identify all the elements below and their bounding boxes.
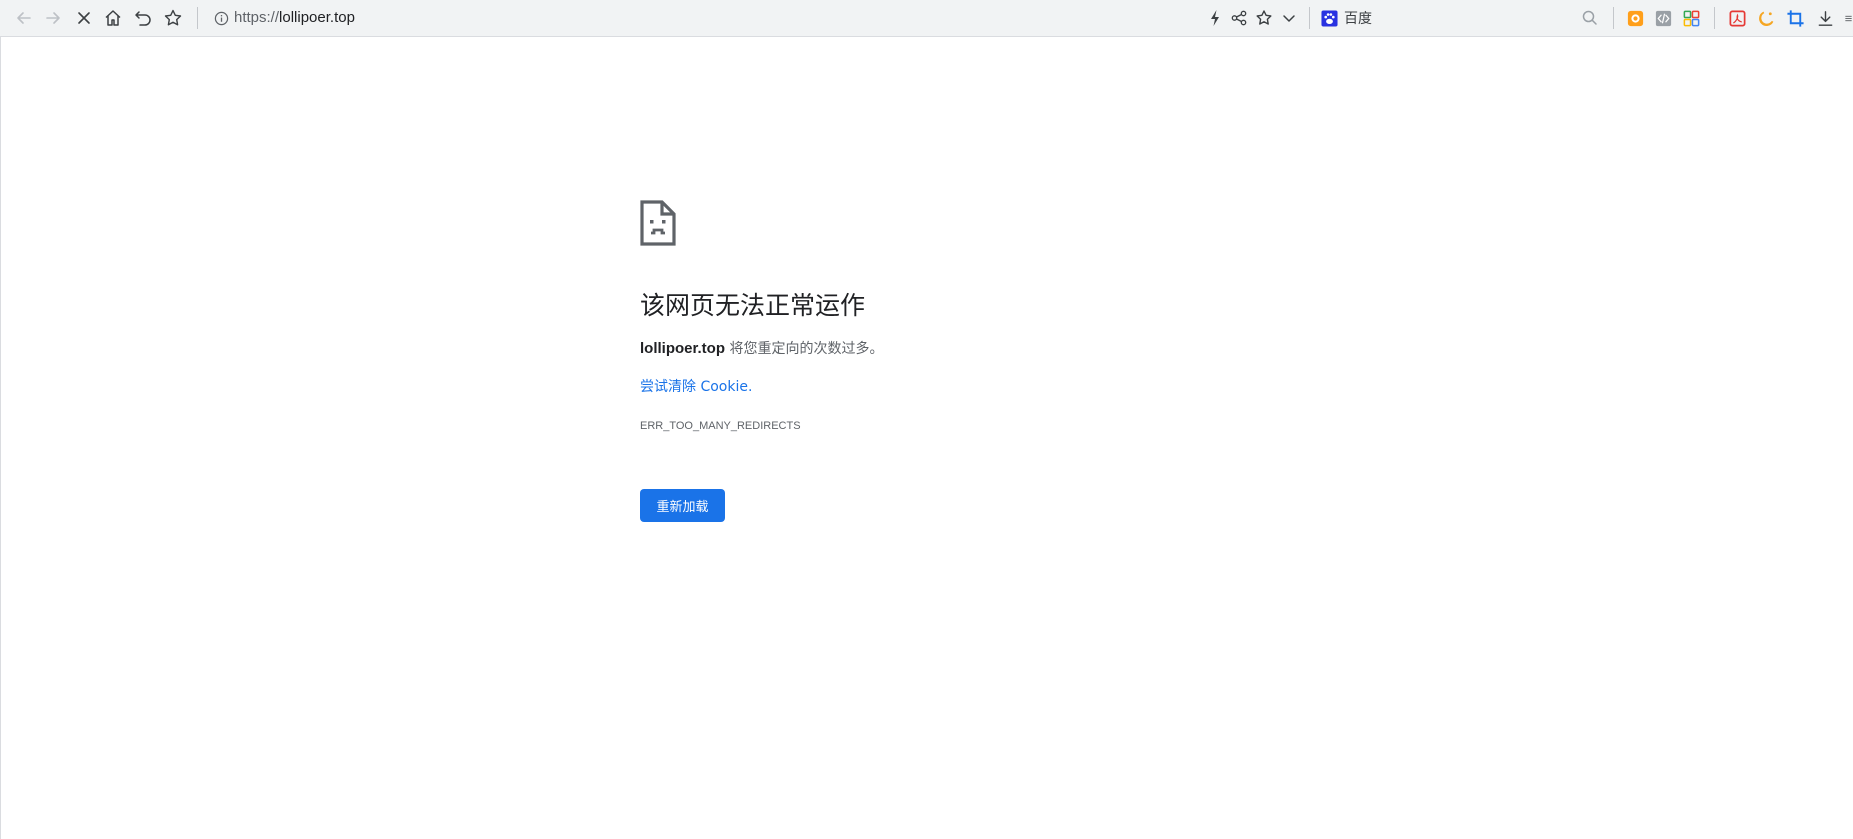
- url-scheme: https://: [234, 9, 280, 26]
- toolbar-separator: [1613, 7, 1614, 29]
- download-icon: [1818, 10, 1832, 26]
- lightning-icon: [1211, 10, 1219, 26]
- address-bar[interactable]: https://lollipoer.top: [234, 7, 355, 29]
- url-host: lollipoer.top: [279, 9, 355, 26]
- bookmark-star-icon: [164, 9, 182, 26]
- menu-button[interactable]: [1838, 7, 1853, 29]
- error-description: lollipoer.top 将您重定向的次数过多。: [640, 338, 883, 360]
- window-border: [0, 37, 1, 839]
- error-code: ERR_TOO_MANY_REDIRECTS: [640, 420, 801, 432]
- home-icon: [105, 10, 121, 26]
- search-engine-selector[interactable]: 百度: [1321, 6, 1372, 30]
- share-icon: [1231, 10, 1247, 26]
- toolbar-separator: [197, 7, 198, 29]
- share-button[interactable]: [1225, 4, 1253, 32]
- code-icon: [1655, 10, 1671, 26]
- clear-cookies-link[interactable]: 尝试清除 Cookie.: [640, 376, 752, 398]
- baidu-paw-icon: [1321, 9, 1338, 27]
- moon-icon: [1758, 11, 1773, 26]
- forward-arrow-icon: [46, 12, 60, 24]
- extension-orange-icon: [1627, 10, 1643, 26]
- search-button[interactable]: [1576, 4, 1604, 32]
- sad-document-icon: [640, 200, 676, 246]
- pdf-extension-button[interactable]: [1726, 7, 1748, 29]
- screenshot-button[interactable]: [1784, 7, 1806, 29]
- browser-toolbar: https://lollipoer.top 百度: [0, 0, 1853, 37]
- downloads-button[interactable]: [1814, 7, 1836, 29]
- favorite-button[interactable]: [1250, 4, 1278, 32]
- undo-icon: [135, 11, 151, 26]
- stop-loading-icon: [78, 12, 90, 24]
- search-engine-name: 百度: [1344, 11, 1372, 27]
- toolbar-separator: [1309, 7, 1310, 29]
- stop-button[interactable]: [70, 4, 98, 32]
- star-icon: [1256, 10, 1272, 25]
- chevron-down-icon: [1283, 15, 1295, 22]
- error-host: lollipoer.top: [640, 340, 725, 357]
- extension-button-3[interactable]: [1680, 7, 1702, 29]
- crop-icon: [1786, 9, 1804, 27]
- bookmark-button[interactable]: [159, 4, 187, 32]
- toolbar-separator: [1714, 7, 1715, 29]
- site-info-button[interactable]: [212, 8, 230, 28]
- back-button[interactable]: [10, 4, 38, 32]
- menu-icon: [1845, 15, 1852, 21]
- home-button[interactable]: [99, 4, 127, 32]
- error-description-text: 将您重定向的次数过多。: [725, 341, 884, 357]
- site-info-icon: [214, 11, 228, 25]
- error-title: 该网页无法正常运作: [640, 291, 866, 320]
- reload-button[interactable]: 重新加载: [640, 489, 725, 522]
- extension-button-1[interactable]: [1624, 7, 1646, 29]
- pdf-icon: [1729, 10, 1745, 26]
- extension-button-2[interactable]: [1652, 7, 1674, 29]
- back-arrow-icon: [17, 12, 31, 24]
- forward-button[interactable]: [39, 4, 67, 32]
- night-mode-button[interactable]: [1755, 7, 1777, 29]
- favorite-dropdown-button[interactable]: [1275, 4, 1303, 32]
- grid-apps-icon: [1683, 10, 1699, 26]
- undo-close-tab-button[interactable]: [129, 4, 157, 32]
- search-icon: [1582, 10, 1597, 25]
